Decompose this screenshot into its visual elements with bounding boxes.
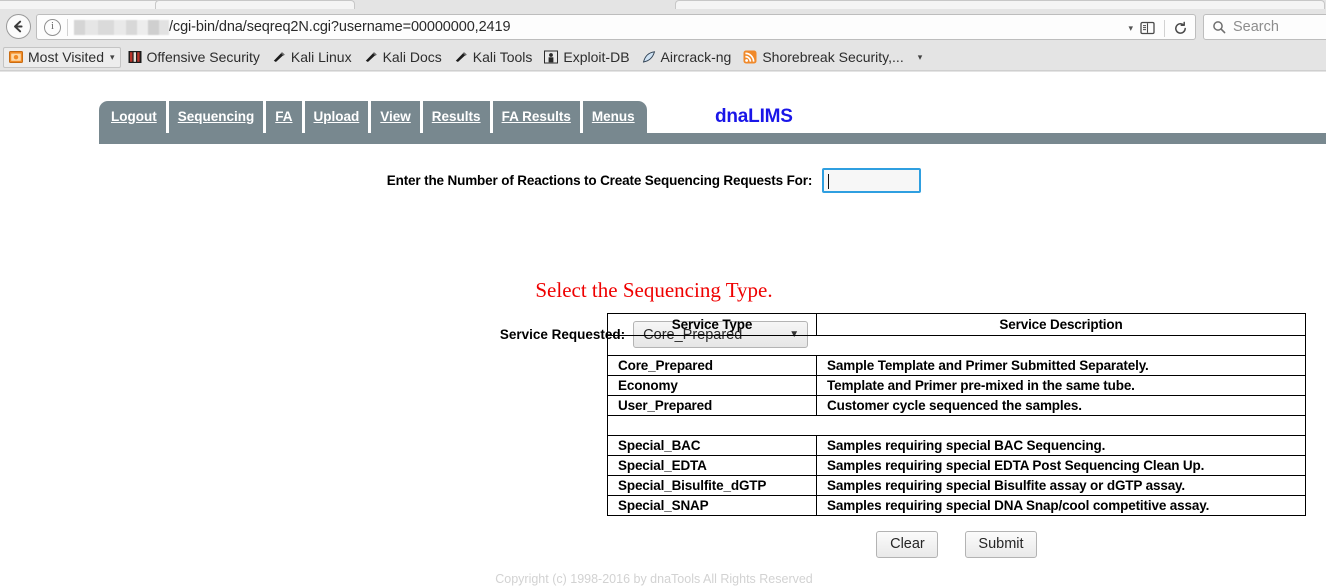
bookmark-label: Aircrack-ng bbox=[660, 49, 732, 65]
cell-service-type: User_Prepared bbox=[607, 395, 817, 416]
bookmark-shorebreak-security[interactable]: Shorebreak Security,... bbox=[738, 47, 908, 68]
reload-icon[interactable] bbox=[1173, 21, 1188, 36]
browser-navigation-bar: i /cgi-bin/dna/seqreq2N.cgi?username=000… bbox=[0, 9, 1326, 44]
bookmark-kali-linux[interactable]: Kali Linux bbox=[267, 47, 357, 68]
table-row: Economy Template and Primer pre-mixed in… bbox=[607, 375, 1306, 396]
toolbar-divider bbox=[1164, 19, 1165, 37]
page-content: Logout Sequencing FA Upload View Results… bbox=[0, 72, 1326, 586]
bookmark-aircrack-ng[interactable]: Aircrack-ng bbox=[637, 47, 737, 68]
redacted-hostname bbox=[74, 19, 169, 35]
cell-service-description: Customer cycle sequenced the samples. bbox=[816, 395, 1306, 416]
bookmark-label: Kali Tools bbox=[472, 49, 533, 65]
rss-feed-icon bbox=[743, 50, 757, 64]
chevron-down-icon[interactable]: ▾ bbox=[110, 52, 115, 63]
table-spacer-row bbox=[607, 335, 1306, 356]
cell-service-type: Special_SNAP bbox=[607, 495, 817, 516]
search-placeholder: Search bbox=[1233, 19, 1279, 35]
search-bar[interactable]: Search bbox=[1203, 14, 1326, 40]
bookmark-kali-docs[interactable]: Kali Docs bbox=[359, 47, 447, 68]
text-caret bbox=[828, 174, 830, 189]
page-info-icon[interactable]: i bbox=[44, 18, 61, 36]
bookmark-label: Kali Linux bbox=[290, 49, 352, 65]
reader-view-icon[interactable] bbox=[1140, 21, 1156, 35]
tab-view[interactable]: View bbox=[371, 101, 420, 133]
cell-service-description: Samples requiring special BAC Sequencing… bbox=[816, 435, 1306, 456]
browser-tab-strip bbox=[0, 0, 1326, 9]
offensive-security-icon bbox=[128, 51, 142, 63]
kali-icon bbox=[365, 52, 377, 62]
aircrack-icon bbox=[642, 51, 655, 63]
cell-service-description: Samples requiring special EDTA Post Sequ… bbox=[816, 455, 1306, 476]
reactions-input[interactable] bbox=[822, 168, 922, 193]
table-row: Special_BAC Samples requiring special BA… bbox=[607, 435, 1306, 456]
cell-service-description: Template and Primer pre-mixed in the sam… bbox=[816, 375, 1306, 396]
bookmark-offensive-security[interactable]: Offensive Security bbox=[123, 47, 265, 68]
browser-tab[interactable] bbox=[155, 0, 355, 9]
form-actions: Clear Submit bbox=[607, 531, 1306, 558]
browser-tab[interactable] bbox=[675, 0, 1325, 9]
table-row: User_Prepared Customer cycle sequenced t… bbox=[607, 395, 1306, 416]
cell-service-description: Samples requiring special Bisulfite assa… bbox=[816, 475, 1306, 496]
back-arrow-icon bbox=[14, 20, 23, 33]
search-icon bbox=[1213, 21, 1226, 34]
select-type-message: Select the Sequencing Type. bbox=[535, 278, 773, 302]
bookmark-label: Most Visited bbox=[28, 49, 104, 65]
back-button[interactable] bbox=[6, 14, 31, 39]
spacer-cell bbox=[607, 415, 1306, 436]
table-row: Special_Bisulfite_dGTP Samples requiring… bbox=[607, 475, 1306, 496]
chevron-down-icon[interactable]: ▾ bbox=[1128, 23, 1133, 34]
cell-service-type: Economy bbox=[607, 375, 817, 396]
spacer-cell bbox=[607, 335, 1306, 356]
reactions-field-row: Enter the Number of Reactions to Create … bbox=[0, 168, 1308, 193]
tab-upload[interactable]: Upload bbox=[305, 101, 369, 133]
bookmark-kali-tools[interactable]: Kali Tools bbox=[449, 47, 538, 68]
kali-icon bbox=[273, 52, 285, 62]
cell-service-type: Special_EDTA bbox=[607, 455, 817, 476]
table-header-row: Service Type Service Description bbox=[607, 313, 1306, 336]
service-type-table: Service Type Service Description Core_Pr… bbox=[607, 313, 1306, 516]
most-visited-icon bbox=[9, 51, 23, 63]
bookmark-label: Shorebreak Security,... bbox=[762, 49, 904, 65]
bookmark-exploit-db[interactable]: Exploit-DB bbox=[539, 47, 634, 68]
kali-icon bbox=[455, 52, 467, 62]
address-bar[interactable]: i /cgi-bin/dna/seqreq2N.cgi?username=000… bbox=[36, 14, 1196, 40]
app-tab-bar: Logout Sequencing FA Upload View Results… bbox=[99, 101, 647, 133]
clear-button[interactable]: Clear bbox=[876, 531, 939, 558]
bookmark-label: Exploit-DB bbox=[563, 49, 630, 65]
browser-chrome: i /cgi-bin/dna/seqreq2N.cgi?username=000… bbox=[0, 0, 1326, 72]
address-bar-actions: ▾ bbox=[1128, 15, 1195, 41]
bookmark-label: Offensive Security bbox=[146, 49, 260, 65]
tab-logout[interactable]: Logout bbox=[102, 101, 166, 133]
table-row: Special_SNAP Samples requiring special D… bbox=[607, 495, 1306, 516]
bookmark-label: Kali Docs bbox=[382, 49, 442, 65]
tab-results[interactable]: Results bbox=[423, 101, 490, 133]
url-text: /cgi-bin/dna/seqreq2N.cgi?username=00000… bbox=[169, 19, 511, 35]
cell-service-type: Special_BAC bbox=[607, 435, 817, 456]
app-brand-title: dnaLIMS bbox=[715, 106, 793, 127]
cell-service-type: Core_Prepared bbox=[607, 355, 817, 376]
table-row: Core_Prepared Sample Template and Primer… bbox=[607, 355, 1306, 376]
bookmark-most-visited[interactable]: Most Visited ▾ bbox=[3, 46, 121, 68]
url-separator bbox=[67, 18, 68, 36]
cell-service-description: Sample Template and Primer Submitted Sep… bbox=[816, 355, 1306, 376]
submit-button[interactable]: Submit bbox=[965, 531, 1037, 558]
tab-menus[interactable]: Menus bbox=[583, 101, 644, 133]
navbar-rule bbox=[99, 133, 1326, 144]
tab-fa[interactable]: FA bbox=[266, 101, 301, 133]
cell-service-description: Samples requiring special DNA Snap/cool … bbox=[816, 495, 1306, 516]
copyright-footer: Copyright (c) 1998-2016 by dnaTools All … bbox=[495, 572, 813, 586]
tab-sequencing[interactable]: Sequencing bbox=[169, 101, 264, 133]
exploit-db-icon bbox=[544, 50, 559, 64]
column-header-service-type: Service Type bbox=[607, 313, 817, 336]
browser-tab[interactable] bbox=[0, 0, 160, 9]
reactions-label: Enter the Number of Reactions to Create … bbox=[386, 173, 813, 188]
bookmarks-toolbar: Most Visited ▾ Offensive Security Kali L… bbox=[0, 44, 1326, 71]
column-header-service-description: Service Description bbox=[816, 313, 1306, 336]
table-row: Special_EDTA Samples requiring special E… bbox=[607, 455, 1306, 476]
table-spacer-row bbox=[607, 415, 1306, 436]
cell-service-type: Special_Bisulfite_dGTP bbox=[607, 475, 817, 496]
tab-fa-results[interactable]: FA Results bbox=[493, 101, 580, 133]
bookmarks-overflow-chevron-icon[interactable]: ▾ bbox=[918, 52, 923, 63]
